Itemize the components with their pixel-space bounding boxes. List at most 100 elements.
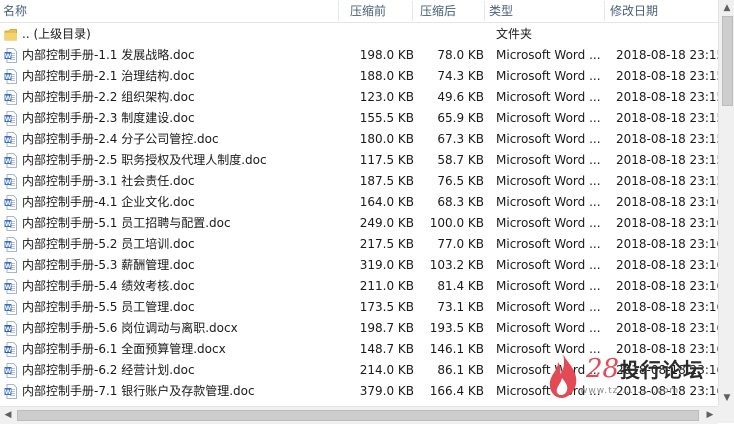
size-before: 198.7 KB: [359, 321, 414, 335]
file-name: 内部控制手册-4.1 企业文化.doc: [22, 195, 195, 209]
size-after: 68.3 KB: [437, 195, 484, 209]
watermark: 28 投行论坛 www.tz..........com: [540, 350, 730, 406]
size-after: 58.7 KB: [437, 153, 484, 167]
size-after: 146.1 KB: [429, 342, 484, 356]
scroll-right-icon[interactable]: ▶: [702, 407, 718, 423]
doc-icon: W: [4, 363, 17, 378]
size-after: 86.1 KB: [437, 363, 484, 377]
file-type: Microsoft Word ...: [496, 111, 601, 125]
file-type: Microsoft Word ...: [496, 300, 601, 314]
file-name: 内部控制手册-2.2 组织架构.doc: [22, 90, 195, 104]
size-after: 78.0 KB: [437, 48, 484, 62]
column-divider[interactable]: [484, 1, 485, 21]
horizontal-scrollbar[interactable]: ◀ ▶: [0, 406, 718, 424]
flame-logo-icon: [549, 354, 577, 398]
scrollbar-corner: [718, 406, 734, 423]
svg-text:W: W: [5, 263, 12, 270]
file-row[interactable]: W 内部控制手册-4.1 企业文化.doc 164.0 KB 68.3 KB Micro…: [0, 192, 718, 213]
file-name: 内部控制手册-2.5 职务授权及代理人制度.doc: [22, 153, 267, 167]
file-name: 内部控制手册-3.1 社会责任.doc: [22, 174, 195, 188]
vertical-scrollbar[interactable]: ▲ ▼: [718, 0, 734, 406]
column-divider[interactable]: [412, 1, 413, 21]
file-row[interactable]: W 内部控制手册-2.4 分子公司管控.doc 180.0 KB 67.3 KB Mic…: [0, 129, 718, 150]
file-name: 内部控制手册-5.4 绩效考核.doc: [22, 279, 195, 293]
doc-icon: W: [4, 90, 17, 105]
file-type: Microsoft Word ...: [496, 69, 601, 83]
size-after: 77.0 KB: [437, 237, 484, 251]
column-divider[interactable]: [338, 1, 339, 21]
file-row[interactable]: W 内部控制手册-3.1 社会责任.doc 187.5 KB 76.5 KB Micro…: [0, 171, 718, 192]
file-type: Microsoft Word ...: [496, 258, 601, 272]
file-type: Microsoft Word ...: [496, 90, 601, 104]
watermark-url: www.tz..........com: [580, 386, 680, 396]
size-before: 214.0 KB: [359, 363, 414, 377]
svg-text:W: W: [5, 200, 12, 207]
folder-icon: [4, 29, 17, 41]
size-before: 148.7 KB: [359, 342, 414, 356]
scroll-left-icon[interactable]: ◀: [0, 407, 16, 423]
doc-icon: W: [4, 174, 17, 189]
svg-text:W: W: [5, 179, 12, 186]
file-name: 内部控制手册-5.5 员工管理.doc: [22, 300, 195, 314]
doc-icon: W: [4, 258, 17, 273]
file-name: 内部控制手册-5.3 薪酬管理.doc: [22, 258, 195, 272]
file-row[interactable]: W 内部控制手册-5.2 员工培训.doc 217.5 KB 77.0 KB Micro…: [0, 234, 718, 255]
size-after: 73.1 KB: [437, 300, 484, 314]
modified-date: 2018-08-18 23:15: [616, 153, 718, 167]
file-row[interactable]: W 内部控制手册-5.6 岗位调动与离职.docx 198.7 KB 193.5 KB…: [0, 318, 718, 339]
file-row[interactable]: W 内部控制手册-5.5 员工管理.doc 173.5 KB 73.1 KB Micro…: [0, 297, 718, 318]
file-row[interactable]: W 内部控制手册-2.5 职务授权及代理人制度.doc 117.5 KB 58.7 K…: [0, 150, 718, 171]
column-header-modified[interactable]: 修改日期: [610, 3, 658, 19]
file-name: 内部控制手册-5.2 员工培训.doc: [22, 237, 195, 251]
svg-text:W: W: [5, 389, 12, 396]
size-before: 319.0 KB: [359, 258, 414, 272]
column-header-name[interactable]: 名称: [3, 3, 27, 19]
column-header-bar: 名称 压缩前 压缩后 类型 修改日期: [0, 0, 718, 23]
file-type: Microsoft Word ...: [496, 321, 601, 335]
modified-date: 2018-08-18 23:16: [616, 279, 718, 293]
file-row[interactable]: W 内部控制手册-5.1 员工招聘与配置.doc 249.0 KB 100.0 KB M…: [0, 213, 718, 234]
scroll-up-icon[interactable]: ▲: [719, 0, 734, 16]
modified-date: 2018-08-18 23:15: [616, 174, 718, 188]
svg-text:W: W: [5, 116, 12, 123]
column-divider[interactable]: [604, 1, 605, 21]
svg-text:W: W: [5, 95, 12, 102]
file-row[interactable]: W 内部控制手册-1.1 发展战略.doc 198.0 KB 78.0 KB Micro…: [0, 45, 718, 66]
modified-date: 2018-08-18 23:16: [616, 321, 718, 335]
column-header-size-before[interactable]: 压缩前: [350, 3, 386, 19]
size-after: 67.3 KB: [437, 132, 484, 146]
file-row[interactable]: W 内部控制手册-2.2 组织架构.doc 123.0 KB 49.6 KB Micro…: [0, 87, 718, 108]
parent-folder-row[interactable]: .. (上级目录) 文件夹: [0, 24, 718, 45]
size-after: 103.2 KB: [429, 258, 484, 272]
file-row[interactable]: W 内部控制手册-5.4 绩效考核.doc 211.0 KB 81.4 KB Micro…: [0, 276, 718, 297]
svg-text:W: W: [5, 221, 12, 228]
size-before: 217.5 KB: [359, 237, 414, 251]
doc-icon: W: [4, 279, 17, 294]
file-name: 内部控制手册-2.4 分子公司管控.doc: [22, 132, 219, 146]
size-before: 198.0 KB: [359, 48, 414, 62]
file-name: 内部控制手册-1.1 发展战略.doc: [22, 48, 195, 62]
svg-text:W: W: [5, 158, 12, 165]
column-header-size-after[interactable]: 压缩后: [420, 3, 456, 19]
column-header-type[interactable]: 类型: [489, 3, 513, 19]
svg-text:W: W: [5, 326, 12, 333]
horizontal-scroll-thumb[interactable]: [17, 410, 699, 421]
size-after: 81.4 KB: [437, 279, 484, 293]
size-after: 65.9 KB: [437, 111, 484, 125]
vertical-scroll-thumb[interactable]: [722, 16, 733, 106]
file-row[interactable]: W 内部控制手册-2.3 制度建设.doc 155.5 KB 65.9 KB Micro…: [0, 108, 718, 129]
file-row[interactable]: W 内部控制手册-2.1 治理结构.doc 188.0 KB 74.3 KB Micro…: [0, 66, 718, 87]
modified-date: 2018-08-18 23:15: [616, 48, 718, 62]
size-before: 164.0 KB: [359, 195, 414, 209]
size-after: 76.5 KB: [437, 174, 484, 188]
file-type: Microsoft Word ...: [496, 48, 601, 62]
file-type: Microsoft Word ...: [496, 279, 601, 293]
file-row[interactable]: W 内部控制手册-5.3 薪酬管理.doc 319.0 KB 103.2 KB Micr…: [0, 255, 718, 276]
doc-icon: W: [4, 216, 17, 231]
doc-icon: W: [4, 384, 17, 399]
modified-date: 2018-08-18 23:16: [616, 216, 718, 230]
file-type: Microsoft Word ...: [496, 153, 601, 167]
svg-text:W: W: [5, 53, 12, 60]
file-name: 内部控制手册-5.6 岗位调动与离职.docx: [22, 321, 238, 335]
size-before: 249.0 KB: [359, 216, 414, 230]
